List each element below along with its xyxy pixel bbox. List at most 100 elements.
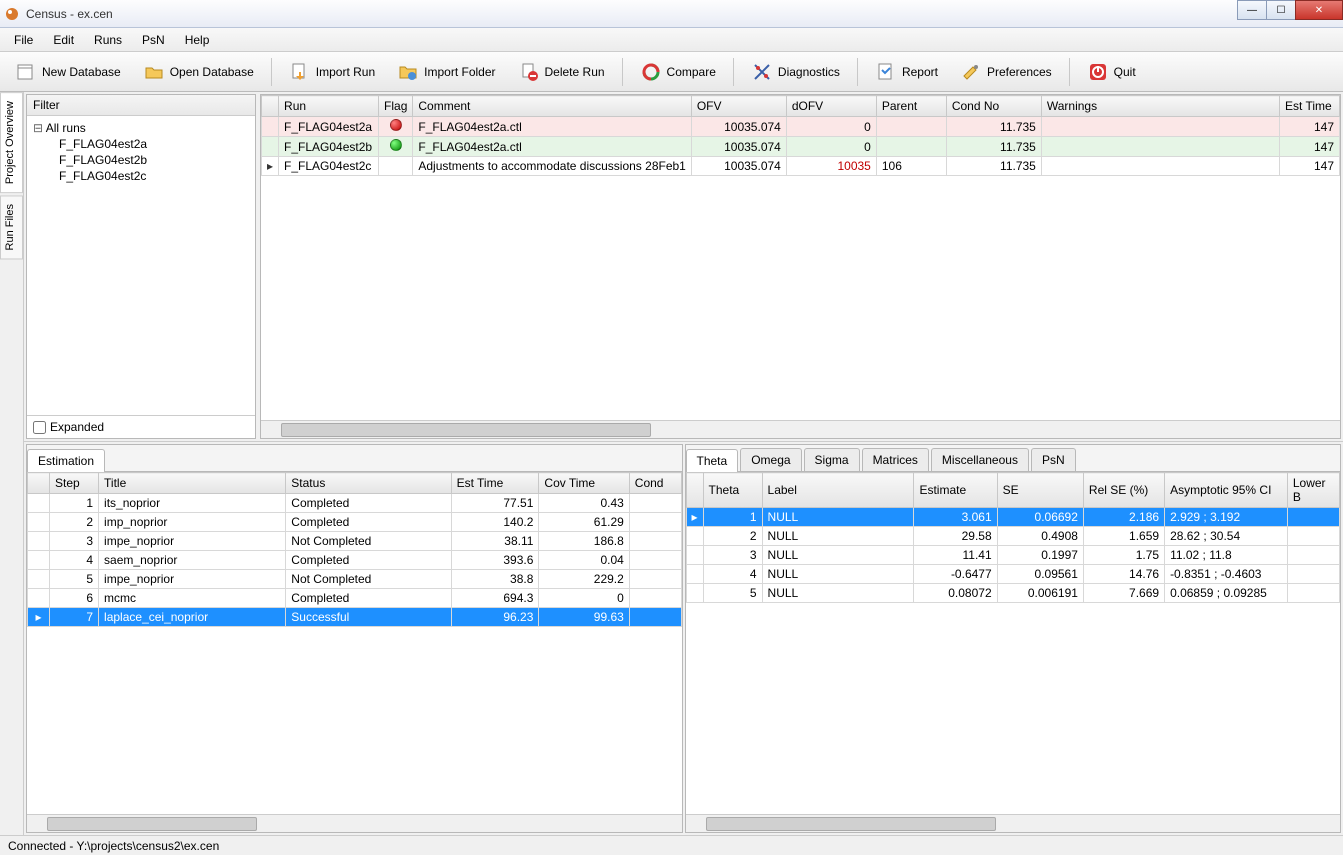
filter-panel: Filter All runs F_FLAG04est2a F_FLAG04es… [26,94,256,439]
import-folder-button[interactable]: Import Folder [388,57,504,87]
col-esttime[interactable]: Est Time [451,473,539,494]
col-esttime[interactable]: Est Time [1280,96,1340,117]
estimation-hscroll[interactable] [27,814,682,832]
expanded-checkbox[interactable] [33,421,46,434]
col-comment[interactable]: Comment [413,96,691,117]
maximize-button[interactable]: ☐ [1266,0,1296,20]
toolbar: New Database Open Database Import Run Im… [0,52,1343,92]
runs-grid: Run Flag Comment OFV dOFV Parent Cond No… [260,94,1341,439]
theta-table[interactable]: Theta Label Estimate SE Rel SE (%) Asymp… [686,472,1341,603]
tree-root[interactable]: All runs [31,120,251,136]
report-button[interactable]: Report [866,57,947,87]
col-relse[interactable]: Rel SE (%) [1083,473,1164,508]
col-condno[interactable]: Cond No [946,96,1041,117]
col-step[interactable]: Step [49,473,98,494]
tab-theta[interactable]: Theta [686,449,739,472]
table-row[interactable]: ▸1NULL3.0610.066922.1862.929 ; 3.192 [686,508,1340,527]
tab-omega[interactable]: Omega [740,448,801,471]
col-ci[interactable]: Asymptotic 95% CI [1165,473,1288,508]
tab-matrices[interactable]: Matrices [862,448,929,471]
tab-miscellaneous[interactable]: Miscellaneous [931,448,1029,471]
table-row[interactable]: 6mcmcCompleted694.30 [28,589,682,608]
delete-run-button[interactable]: Delete Run [509,57,614,87]
table-row[interactable]: 2imp_nopriorCompleted140.261.29 [28,513,682,532]
filter-tree[interactable]: All runs F_FLAG04est2a F_FLAG04est2b F_F… [27,116,255,415]
col-ofv[interactable]: OFV [691,96,786,117]
tab-sigma[interactable]: Sigma [804,448,860,471]
report-icon [875,61,897,83]
menubar: File Edit Runs PsN Help [0,28,1343,52]
statusbar: Connected - Y:\projects\census2\ex.cen [0,835,1343,855]
window-title: Census - ex.cen [26,7,113,21]
quit-button[interactable]: Quit [1078,57,1145,87]
delete-run-icon [518,61,540,83]
status-text: Connected - Y:\projects\census2\ex.cen [8,839,219,853]
menu-runs[interactable]: Runs [84,30,132,50]
tree-item[interactable]: F_FLAG04est2b [31,152,251,168]
compare-button[interactable]: Compare [631,57,725,87]
table-row[interactable]: 2NULL29.580.49081.65928.62 ; 30.54 [686,527,1340,546]
tab-estimation[interactable]: Estimation [27,449,105,472]
col-marker[interactable] [686,473,703,508]
import-folder-icon [397,61,419,83]
table-row[interactable]: ▸F_FLAG04est2cAdjustments to accommodate… [262,157,1340,176]
import-run-button[interactable]: Import Run [280,57,384,87]
new-database-button[interactable]: New Database [6,57,130,87]
minimize-button[interactable]: — [1237,0,1267,20]
col-dofv[interactable]: dOFV [786,96,876,117]
tab-psn[interactable]: PsN [1031,448,1076,471]
table-row[interactable]: 3impe_nopriorNot Completed38.11186.8 [28,532,682,551]
table-row[interactable]: 5NULL0.080720.0061917.6690.06859 ; 0.092… [686,584,1340,603]
tree-item[interactable]: F_FLAG04est2c [31,168,251,184]
table-row[interactable]: 5impe_nopriorNot Completed38.8229.2 [28,570,682,589]
menu-psn[interactable]: PsN [132,30,175,50]
col-marker[interactable] [28,473,50,494]
table-row[interactable]: F_FLAG04est2bF_FLAG04est2a.ctl10035.0740… [262,137,1340,157]
estimation-panel: Estimation Step Title Status Est Time Co… [26,444,683,833]
table-row[interactable]: ▸7laplace_cei_nopriorSuccessful96.2399.6… [28,608,682,627]
col-warnings[interactable]: Warnings [1041,96,1279,117]
col-run[interactable]: Run [279,96,379,117]
new-db-icon [15,61,37,83]
col-theta[interactable]: Theta [703,473,762,508]
filter-header: Filter [27,95,255,116]
estimation-table[interactable]: Step Title Status Est Time Cov Time Cond… [27,472,682,627]
table-row[interactable]: 4NULL-0.64770.0956114.76-0.8351 ; -0.460… [686,565,1340,584]
col-flag[interactable]: Flag [379,96,413,117]
side-tabs: Project Overview Run Files [0,92,24,835]
col-cond[interactable]: Cond [629,473,681,494]
table-row[interactable]: 1its_nopriorCompleted77.510.43 [28,494,682,513]
preferences-button[interactable]: Preferences [951,57,1061,87]
runs-table[interactable]: Run Flag Comment OFV dOFV Parent Cond No… [261,95,1340,176]
titlebar: Census - ex.cen — ☐ ✕ [0,0,1343,28]
menu-help[interactable]: Help [175,30,220,50]
open-database-button[interactable]: Open Database [134,57,263,87]
col-status[interactable]: Status [286,473,451,494]
col-parent[interactable]: Parent [876,96,946,117]
table-row[interactable]: F_FLAG04est2aF_FLAG04est2a.ctl10035.0740… [262,117,1340,137]
theta-hscroll[interactable] [686,814,1341,832]
close-button[interactable]: ✕ [1295,0,1343,20]
col-estimate[interactable]: Estimate [914,473,997,508]
tree-item[interactable]: F_FLAG04est2a [31,136,251,152]
col-label[interactable]: Label [762,473,914,508]
col-covtime[interactable]: Cov Time [539,473,629,494]
preferences-icon [960,61,982,83]
side-tab-files[interactable]: Run Files [0,195,23,259]
col-title[interactable]: Title [99,473,286,494]
menu-edit[interactable]: Edit [43,30,84,50]
app-icon [4,6,20,22]
menu-file[interactable]: File [4,30,43,50]
diagnostics-button[interactable]: Diagnostics [742,57,849,87]
flag-red-icon [390,119,402,131]
side-tab-overview[interactable]: Project Overview [0,92,23,193]
runs-hscroll[interactable] [261,420,1340,438]
table-row[interactable]: 3NULL11.410.19971.7511.02 ; 11.8 [686,546,1340,565]
col-lowerb[interactable]: Lower B [1287,473,1339,508]
table-row[interactable]: 4saem_nopriorCompleted393.60.04 [28,551,682,570]
col-marker[interactable] [262,96,279,117]
compare-icon [640,61,662,83]
expanded-label: Expanded [50,420,104,434]
open-db-icon [143,61,165,83]
col-se[interactable]: SE [997,473,1083,508]
